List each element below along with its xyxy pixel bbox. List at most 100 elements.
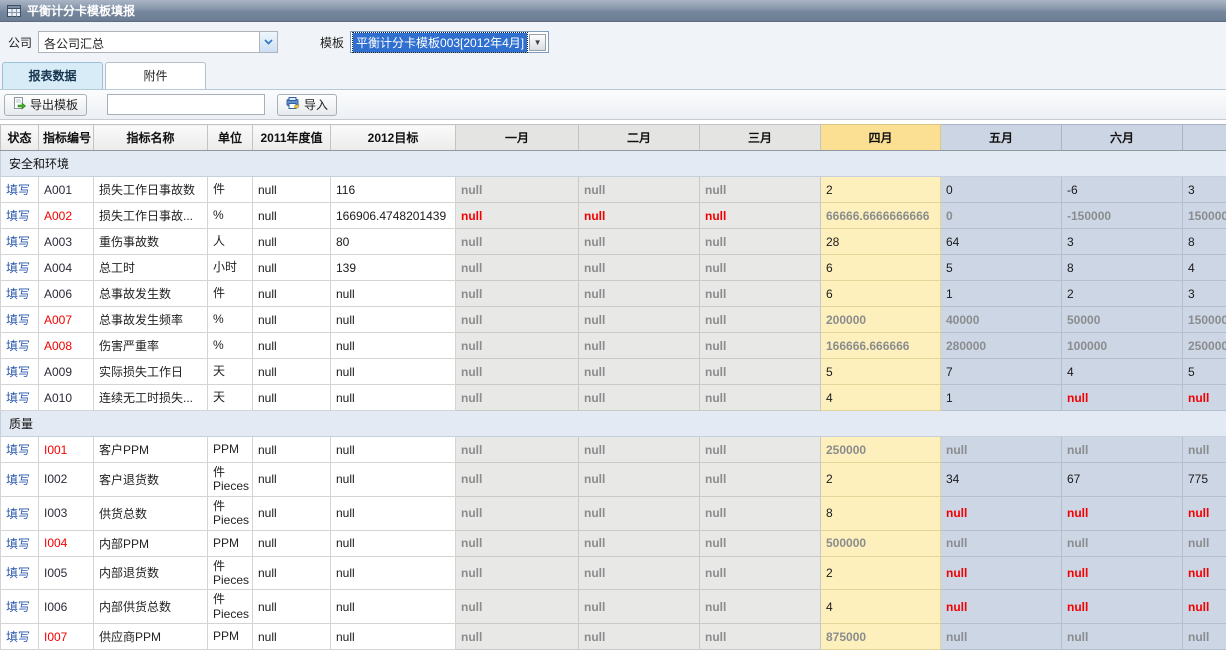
fill-link[interactable]: 填写 [6,365,30,379]
year2011-cell: null [253,307,331,333]
column-header-4: 单位 [208,125,253,151]
table-row: 填写I001客户PPMPPMnullnullnullnullnull250000… [1,437,1226,463]
month-cell: null [456,385,579,411]
month-cell: 775 [1183,463,1226,497]
fill-link[interactable]: 填写 [6,630,30,644]
template-select[interactable]: 平衡计分卡模板003[2012年4月] ▼ [350,31,549,53]
month-cell: 150000 [1183,203,1226,229]
month-cell: null [700,307,821,333]
status-cell: 填写 [1,359,39,385]
month-cell: null [1183,624,1226,650]
target2012-cell: null [331,385,456,411]
fill-link[interactable]: 填写 [6,473,30,487]
year2011-cell: null [253,530,331,556]
month-cell: 875000 [821,624,941,650]
month-cell: null [941,556,1062,590]
table-row: 填写I006内部供货总数件 Piecesnullnullnullnullnull… [1,590,1226,624]
month-cell: null [1062,590,1183,624]
company-label: 公司 [8,34,32,51]
month-cell: 5 [941,255,1062,281]
name-cell: 总工时 [94,255,208,281]
grid-icon [7,5,21,17]
fill-link[interactable]: 填写 [6,313,30,327]
chevron-down-icon[interactable] [259,32,277,52]
fill-link[interactable]: 填写 [6,537,30,551]
fill-link[interactable]: 填写 [6,261,30,275]
month-cell: 6 [821,255,941,281]
dropdown-arrow-icon[interactable]: ▼ [529,34,546,51]
unit-cell: % [208,307,253,333]
month-cell: null [579,496,700,530]
table-row: 填写I003供货总数件 Piecesnullnullnullnullnull8n… [1,496,1226,530]
fill-link[interactable]: 填写 [6,443,30,457]
template-value: 平衡计分卡模板003[2012年4月] [353,33,527,52]
column-header-13: 七月 [1183,125,1226,151]
scorecard-table-container: 状态指标编号指标名称单位2011年度值2012目标一月二月三月四月五月六月七月 … [0,120,1226,650]
year2011-cell: null [253,437,331,463]
column-header-1: 状态 [1,125,39,151]
month-cell: 2 [821,177,941,203]
import-button[interactable]: 导入 [277,94,337,116]
fill-link[interactable]: 填写 [6,209,30,223]
month-cell: null [456,333,579,359]
name-cell: 客户PPM [94,437,208,463]
title-bar: 平衡计分卡模板填报 [0,0,1226,22]
month-cell: null [456,624,579,650]
name-cell: 供应商PPM [94,624,208,650]
fill-link[interactable]: 填写 [6,183,30,197]
target2012-cell: null [331,496,456,530]
fill-link[interactable]: 填写 [6,566,30,580]
month-cell: 4 [1183,255,1226,281]
code-cell: I001 [39,437,94,463]
year2011-cell: null [253,590,331,624]
fill-link[interactable]: 填写 [6,235,30,249]
month-cell: null [700,463,821,497]
code-cell: A004 [39,255,94,281]
table-row: 填写A004总工时小时null139nullnullnull6584 [1,255,1226,281]
status-cell: 填写 [1,255,39,281]
month-cell: null [579,307,700,333]
name-cell: 内部PPM [94,530,208,556]
month-cell: null [700,385,821,411]
unit-cell: % [208,333,253,359]
year2011-cell: null [253,177,331,203]
export-template-button[interactable]: 导出模板 [4,94,87,116]
month-cell: 4 [821,385,941,411]
import-icon [286,97,300,112]
fill-link[interactable]: 填写 [6,507,30,521]
import-label: 导入 [304,96,328,113]
month-cell: 200000 [821,307,941,333]
month-cell: 4 [821,590,941,624]
unit-cell: PPM [208,530,253,556]
code-cell: A008 [39,333,94,359]
code-cell: I007 [39,624,94,650]
fill-link[interactable]: 填写 [6,391,30,405]
month-cell: null [700,229,821,255]
month-cell: 3 [1062,229,1183,255]
fill-link[interactable]: 填写 [6,339,30,353]
code-cell: I003 [39,496,94,530]
tab-attachments[interactable]: 附件 [105,62,206,89]
month-cell: 2 [821,556,941,590]
import-file-input[interactable] [107,94,265,115]
month-cell: null [456,255,579,281]
month-cell: 150000 [1183,307,1226,333]
fill-link[interactable]: 填写 [6,287,30,301]
target2012-cell: null [331,281,456,307]
month-cell: 28 [821,229,941,255]
month-cell: 1 [941,281,1062,307]
month-cell: null [1183,496,1226,530]
unit-cell: 件 Pieces [208,463,253,497]
month-cell: 4 [1062,359,1183,385]
name-cell: 总事故发生数 [94,281,208,307]
target2012-cell: null [331,437,456,463]
year2011-cell: null [253,359,331,385]
month-cell: 166666.666666 [821,333,941,359]
month-cell: null [1062,556,1183,590]
fill-link[interactable]: 填写 [6,600,30,614]
month-cell: null [579,463,700,497]
company-select[interactable]: 各公司汇总 [38,31,278,53]
tab-report-data[interactable]: 报表数据 [2,62,103,89]
month-cell: null [700,496,821,530]
month-cell: null [579,255,700,281]
